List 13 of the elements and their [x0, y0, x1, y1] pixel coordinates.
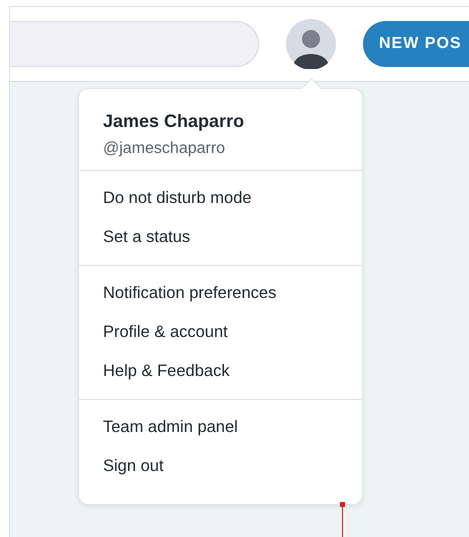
menu-item[interactable]: Notification preferences: [79, 274, 362, 313]
search-field[interactable]: [10, 21, 259, 67]
menu-item[interactable]: Profile & account: [79, 313, 362, 352]
leader-line: [340, 502, 345, 537]
user-handle: @jameschaparro: [103, 140, 226, 158]
new-post-button[interactable]: NEW POS: [363, 21, 469, 67]
avatar-icon[interactable]: [286, 19, 336, 69]
menu-item[interactable]: Set a status: [79, 218, 362, 257]
menu-item[interactable]: Sign out: [79, 447, 362, 486]
menu-item[interactable]: Team admin panel: [79, 408, 362, 447]
user-name: James Chaparro: [103, 111, 246, 132]
menu-item[interactable]: Help & Feedback: [79, 352, 362, 391]
menu-item[interactable]: Do not disturb mode: [79, 179, 362, 218]
